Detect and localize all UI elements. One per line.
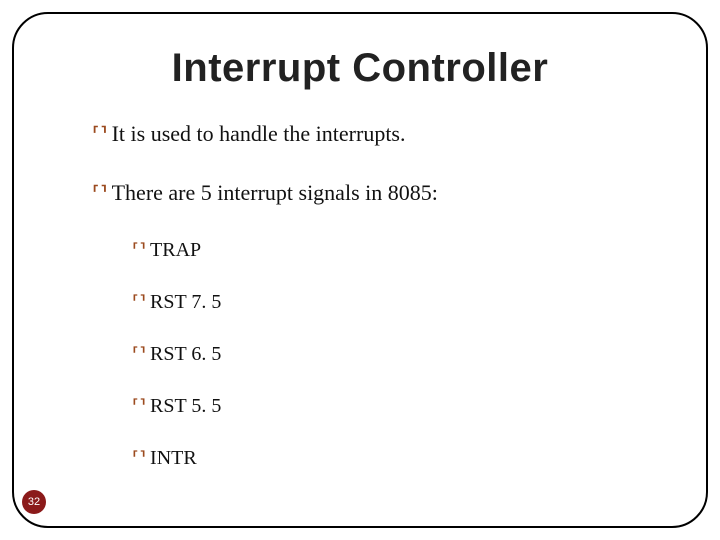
bullet-icon: ⸢⸣	[132, 397, 146, 415]
slide: Interrupt Controller ⸢⸣ It is used to ha…	[0, 0, 720, 540]
bullet-icon: ⸢⸣	[132, 241, 146, 259]
sub-bullet-text: RST 6. 5	[150, 341, 221, 367]
bullet-icon: ⸢⸣	[132, 449, 146, 467]
sub-bullet-text: INTR	[150, 445, 197, 471]
bullet-icon: ⸢⸣	[132, 293, 146, 311]
bullet-text: There are 5 interrupt signals in 8085:	[112, 179, 438, 208]
bullet-icon: ⸢⸣	[92, 184, 108, 204]
sub-bullet-text: TRAP	[150, 237, 201, 263]
slide-title: Interrupt Controller	[0, 46, 720, 91]
slide-body: ⸢⸣ It is used to handle the interrupts. …	[92, 120, 660, 497]
sub-bullet-item: ⸢⸣ INTR	[132, 445, 660, 471]
bullet-item: ⸢⸣ It is used to handle the interrupts.	[92, 120, 660, 149]
sub-bullet-item: ⸢⸣ RST 5. 5	[132, 393, 660, 419]
sub-bullet-item: ⸢⸣ RST 7. 5	[132, 289, 660, 315]
sub-bullet-text: RST 7. 5	[150, 289, 221, 315]
bullet-icon: ⸢⸣	[132, 345, 146, 363]
sub-bullet-text: RST 5. 5	[150, 393, 221, 419]
sub-bullet-item: ⸢⸣ RST 6. 5	[132, 341, 660, 367]
page-number-badge: 32	[22, 490, 46, 514]
bullet-item: ⸢⸣ There are 5 interrupt signals in 8085…	[92, 179, 660, 208]
bullet-icon: ⸢⸣	[92, 125, 108, 145]
page-number: 32	[28, 496, 40, 508]
bullet-text: It is used to handle the interrupts.	[112, 120, 406, 149]
sub-bullet-item: ⸢⸣ TRAP	[132, 237, 660, 263]
